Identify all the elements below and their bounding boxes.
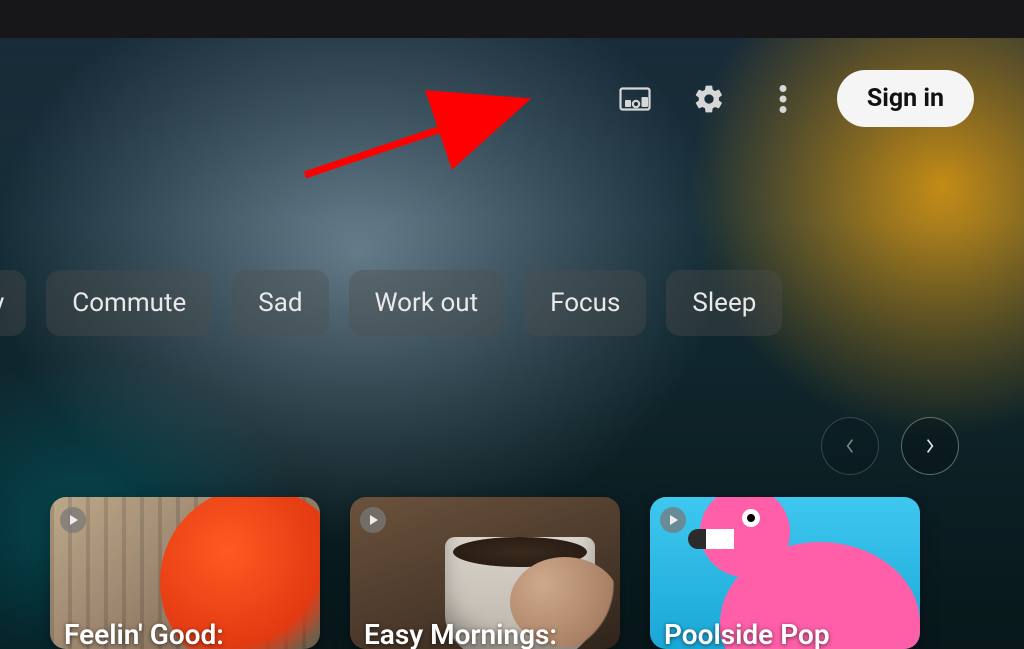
window-top-bar bbox=[0, 0, 1024, 38]
header-actions: Sign in bbox=[615, 70, 974, 127]
playlist-card[interactable]: Poolside Pop bbox=[650, 497, 920, 649]
mood-chip[interactable]: rty bbox=[0, 270, 26, 336]
play-icon bbox=[60, 507, 86, 533]
card-title: Easy Mornings: bbox=[364, 618, 557, 649]
play-icon bbox=[660, 507, 686, 533]
mood-chip[interactable]: Sad bbox=[232, 270, 328, 336]
mood-chip-row: rty Commute Sad Work out Focus Sleep bbox=[0, 270, 782, 336]
card-title: Poolside Pop bbox=[664, 618, 830, 649]
mood-chip[interactable]: Focus bbox=[524, 270, 646, 336]
gear-icon[interactable] bbox=[689, 79, 729, 119]
mood-chip[interactable]: Commute bbox=[46, 270, 212, 336]
sign-in-button[interactable]: Sign in bbox=[837, 70, 974, 127]
playlist-card[interactable]: Easy Mornings: bbox=[350, 497, 620, 649]
mood-chip[interactable]: Sleep bbox=[666, 270, 782, 336]
carousel-prev-button[interactable] bbox=[821, 417, 879, 475]
playlist-card[interactable]: Feelin' Good: bbox=[50, 497, 320, 649]
playlist-card-row: Feelin' Good: Easy Mornings: Poolside Po… bbox=[50, 497, 1024, 649]
vertical-dots-icon[interactable] bbox=[763, 79, 803, 119]
carousel-next-button[interactable] bbox=[901, 417, 959, 475]
card-title: Feelin' Good: bbox=[64, 618, 224, 649]
mood-chip[interactable]: Work out bbox=[349, 270, 505, 336]
play-icon bbox=[360, 507, 386, 533]
cast-icon[interactable] bbox=[615, 79, 655, 119]
carousel-nav bbox=[821, 417, 959, 475]
